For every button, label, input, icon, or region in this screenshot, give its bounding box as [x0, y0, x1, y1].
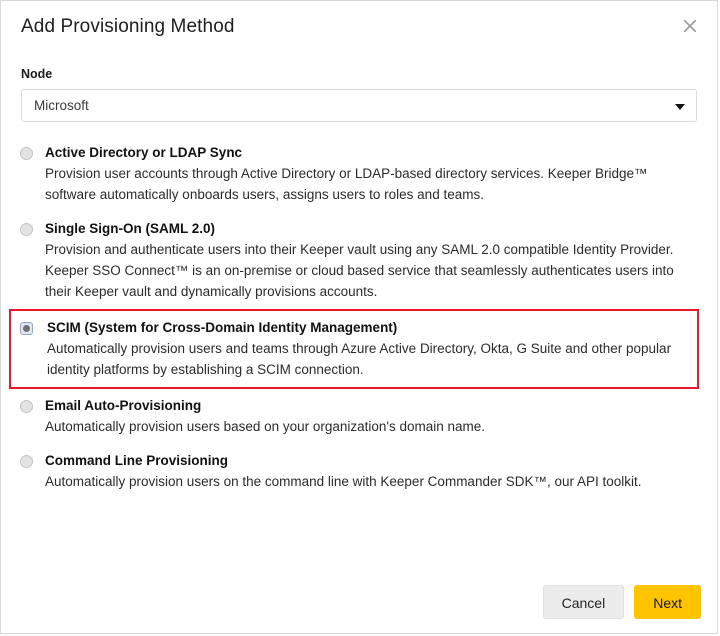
- option-command-line-provisioning[interactable]: Command Line Provisioning Automatically …: [1, 444, 717, 499]
- option-title: Active Directory or LDAP Sync: [45, 145, 243, 160]
- radio-active-directory-ldap-sync[interactable]: [20, 147, 33, 160]
- option-title: Email Auto-Provisioning: [45, 398, 202, 413]
- dialog-header: Add Provisioning Method: [1, 1, 717, 47]
- node-field-block: Node Microsoft: [1, 47, 717, 122]
- chevron-down-icon: [675, 103, 685, 110]
- radio-scim[interactable]: [20, 322, 33, 335]
- option-title: SCIM (System for Cross-Domain Identity M…: [47, 320, 398, 335]
- cancel-button[interactable]: Cancel: [542, 585, 625, 619]
- radio-command-line-provisioning[interactable]: [20, 455, 33, 468]
- dialog-footer: Cancel Next: [542, 585, 701, 619]
- node-select[interactable]: Microsoft: [21, 89, 697, 122]
- radio-email-auto-provisioning[interactable]: [20, 400, 33, 413]
- option-description: Provision user accounts through Active D…: [45, 166, 648, 202]
- option-active-directory-ldap-sync[interactable]: Active Directory or LDAP Sync Provision …: [1, 136, 717, 212]
- option-scim[interactable]: SCIM (System for Cross-Domain Identity M…: [9, 309, 699, 389]
- close-icon[interactable]: [677, 13, 703, 39]
- radio-single-sign-on-saml[interactable]: [20, 223, 33, 236]
- option-email-auto-provisioning[interactable]: Email Auto-Provisioning Automatically pr…: [1, 389, 717, 444]
- provisioning-method-options: Active Directory or LDAP Sync Provision …: [1, 122, 717, 499]
- node-select-value: Microsoft: [34, 98, 89, 113]
- option-title: Command Line Provisioning: [45, 453, 229, 468]
- option-description: Automatically provision users based on y…: [45, 419, 486, 434]
- next-button[interactable]: Next: [634, 585, 701, 619]
- option-description: Provision and authenticate users into th…: [45, 242, 674, 299]
- node-field-label: Node: [21, 67, 53, 81]
- page-title: Add Provisioning Method: [21, 16, 235, 37]
- add-provisioning-method-dialog: Add Provisioning Method Node Microsoft A…: [0, 0, 718, 634]
- option-description: Automatically provision users on the com…: [45, 474, 642, 489]
- option-description: Automatically provision users and teams …: [47, 341, 672, 377]
- option-title: Single Sign-On (SAML 2.0): [45, 221, 216, 236]
- option-single-sign-on-saml[interactable]: Single Sign-On (SAML 2.0) Provision and …: [1, 212, 717, 309]
